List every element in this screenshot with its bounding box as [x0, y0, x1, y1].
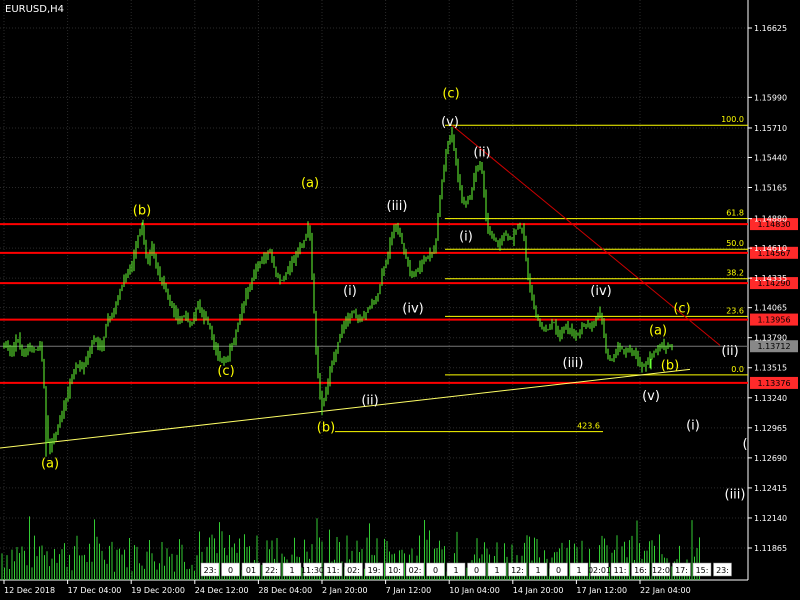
wave-label: (v) — [642, 389, 660, 404]
time-box-label: 1 — [535, 566, 540, 575]
wave-label: (ii) — [721, 344, 738, 359]
time-box-label: 11: — [614, 566, 627, 575]
y-tick-label: 1.16625 — [754, 24, 787, 33]
y-tick-label: 1.13790 — [754, 334, 787, 343]
time-box-label: 02: — [347, 566, 360, 575]
fib-label-4: 23.6 — [726, 306, 744, 315]
y-tick-label: 1.12415 — [754, 484, 787, 493]
wave-label: (i) — [686, 418, 700, 433]
x-tick-label: 24 Dec 12:00 — [195, 586, 249, 595]
time-box-label: 23: — [716, 566, 729, 575]
y-tick-label: 1.15165 — [754, 183, 787, 192]
y-tick-label: 1.14610 — [754, 244, 787, 253]
wave-label: (iii) — [725, 487, 746, 502]
y-tick-label: 1.12690 — [754, 454, 787, 463]
x-tick-label: 28 Dec 04:00 — [258, 586, 312, 595]
x-tick-label: 12 Dec 2018 — [4, 586, 55, 595]
time-box-label: 0 — [474, 566, 479, 575]
time-box-label: 11:30 — [301, 566, 324, 575]
x-tick-label: 19 Dec 20:00 — [131, 586, 185, 595]
time-box-label: 15: — [696, 566, 709, 575]
y-tick-label: 1.14335 — [754, 274, 787, 283]
y-tick-label: 1.13515 — [754, 364, 787, 373]
time-box-label: 0 — [433, 566, 438, 575]
y-tick-label: 1.13240 — [754, 394, 787, 403]
wave-label: (ii) — [361, 393, 378, 408]
y-tick-label: 1.14880 — [754, 215, 787, 224]
time-box-label: 16: — [634, 566, 647, 575]
wave-label: (iii) — [563, 356, 584, 371]
time-box-label: 23: — [204, 566, 217, 575]
y-tick-label: 1.12140 — [754, 514, 787, 523]
wave-label: (v) — [441, 115, 459, 130]
wave-label: (iv) — [590, 284, 611, 299]
time-box-label: 10: — [388, 566, 401, 575]
x-tick-label: 14 Jan 20:00 — [513, 586, 564, 595]
time-box-label: 11: — [327, 566, 340, 575]
y-tick-label: 1.14065 — [754, 304, 787, 313]
time-box-label: 1 — [576, 566, 581, 575]
wave-label: (b) — [317, 421, 335, 436]
resistance-price-label-3: 1.13956 — [757, 316, 790, 325]
time-box-label: 17: — [675, 566, 688, 575]
fib-label-1: 61.8 — [726, 209, 744, 218]
y-tick-label: 1.15990 — [754, 93, 787, 102]
wave-label: (c) — [673, 302, 690, 317]
y-tick-label: 1.15710 — [754, 124, 787, 133]
fib-label-0: 100.0 — [721, 115, 744, 124]
x-tick-label: 22 Jan 04:00 — [640, 586, 691, 595]
y-tick-label: 1.11865 — [754, 544, 787, 553]
wave-label: (i) — [343, 284, 357, 299]
x-tick-label: 17 Dec 04:00 — [68, 586, 122, 595]
wave-label: (b) — [133, 203, 151, 218]
time-box-label: 02:01 — [588, 566, 611, 575]
fib-label-6: 423.6 — [577, 422, 600, 431]
time-box-label: 12: — [511, 566, 524, 575]
wave-label: (iv) — [402, 302, 423, 317]
wave-label: (iii) — [387, 199, 408, 214]
wave-label: (ii) — [473, 145, 490, 160]
wave-label: (c) — [442, 86, 459, 101]
y-tick-label: 1.12965 — [754, 424, 787, 433]
time-box-label: 1 — [494, 566, 499, 575]
fib-label-3: 38.2 — [726, 269, 744, 278]
wave-label: (c) — [217, 364, 234, 379]
time-box-label: 01 — [246, 566, 256, 575]
wave-label: (i) — [459, 229, 473, 244]
x-tick-label: 7 Jan 12:00 — [386, 586, 432, 595]
current-price-label: 1.13712 — [757, 342, 790, 351]
y-tick-label: 1.15440 — [754, 153, 787, 162]
wave-label: (a) — [301, 176, 319, 191]
x-tick-label: 2 Jan 20:00 — [322, 586, 368, 595]
fib-label-2: 50.0 — [726, 239, 744, 248]
price-chart[interactable]: 1.148301.145671.142901.139561.133761.137… — [0, 0, 800, 600]
time-box-label: 1 — [289, 566, 294, 575]
wave-label: ( — [742, 437, 747, 452]
x-tick-label: 10 Jan 04:00 — [449, 586, 500, 595]
time-box-label: 19: — [368, 566, 381, 575]
symbol-label: EURUSD,H4 — [5, 4, 64, 15]
resistance-price-label-4: 1.13376 — [757, 379, 790, 388]
time-box-label: 12:0 — [652, 566, 670, 575]
time-box-label: 22: — [265, 566, 278, 575]
fib-label-5: 0.0 — [731, 365, 744, 374]
time-box-label: 1 — [453, 566, 458, 575]
x-tick-label: 17 Jan 12:00 — [576, 586, 627, 595]
wave-label: (a) — [649, 323, 667, 338]
wave-label: (a) — [41, 457, 59, 472]
time-box-label: 0 — [228, 566, 233, 575]
time-box-label: 02: — [409, 566, 422, 575]
time-box-label: 0 — [556, 566, 561, 575]
wave-label: (b) — [661, 358, 679, 373]
